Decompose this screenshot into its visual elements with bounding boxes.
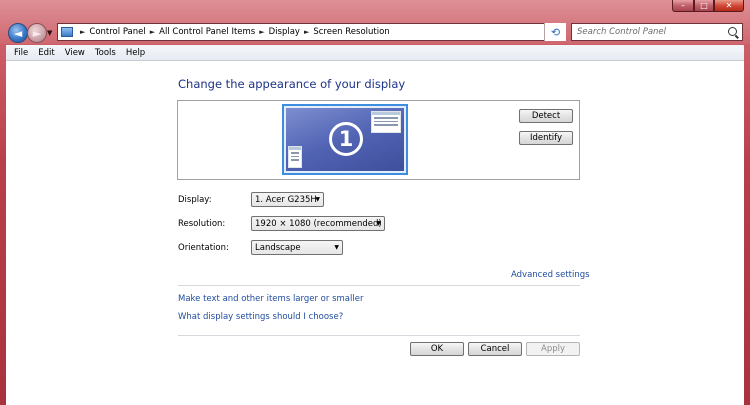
menu-bar: File Edit View Tools Help: [6, 45, 744, 61]
minimize-button[interactable]: –: [672, 0, 694, 12]
address-bar[interactable]: ► Control Panel ► All Control Panel Item…: [57, 23, 566, 41]
apply-button[interactable]: Apply: [526, 342, 580, 356]
detect-button[interactable]: Detect: [519, 109, 573, 123]
recent-pages-dropdown-icon[interactable]: ▼: [47, 29, 52, 37]
control-panel-icon: [61, 27, 73, 37]
menu-tools[interactable]: Tools: [95, 48, 116, 58]
display-value: 1. Acer G235H: [255, 194, 317, 205]
chevron-right-icon[interactable]: ►: [259, 28, 264, 36]
chevron-right-icon[interactable]: ►: [304, 28, 309, 36]
resolution-select[interactable]: 1920 × 1080 (recommended) ▼: [251, 216, 385, 231]
dropdown-arrow-icon: ▼: [376, 220, 381, 227]
page-title: Change the appearance of your display: [178, 77, 406, 91]
resolution-label: Resolution:: [178, 219, 226, 229]
monitor-screen: 1: [286, 108, 404, 171]
breadcrumb-display[interactable]: Display: [269, 27, 300, 37]
advanced-settings-link[interactable]: Advanced settings: [511, 270, 590, 280]
caption-buttons: – □ ✕: [672, 0, 744, 12]
chevron-right-icon[interactable]: ►: [80, 28, 85, 36]
display-label: Display:: [178, 195, 212, 205]
forward-button[interactable]: ►: [27, 23, 47, 43]
window-client: File Edit View Tools Help Change the app…: [6, 45, 744, 405]
orientation-label: Orientation:: [178, 243, 229, 253]
menu-view[interactable]: View: [65, 48, 85, 58]
chevron-right-icon[interactable]: ►: [150, 28, 155, 36]
mini-window-icon: [371, 111, 401, 133]
search-icon[interactable]: [728, 27, 737, 36]
orientation-value: Landscape: [255, 242, 301, 253]
close-button[interactable]: ✕: [714, 0, 744, 12]
search-box[interactable]: [571, 23, 743, 41]
breadcrumb: ► Control Panel ► All Control Panel Item…: [76, 27, 390, 37]
menu-file[interactable]: File: [14, 48, 28, 58]
display-preview: 1 Detect Identify: [177, 100, 580, 180]
identify-button[interactable]: Identify: [519, 131, 573, 145]
refresh-icon: ⟲: [550, 25, 561, 39]
divider: [178, 285, 580, 286]
monitor-number: 1: [329, 122, 363, 156]
breadcrumb-screen-resolution[interactable]: Screen Resolution: [313, 27, 389, 37]
cancel-button[interactable]: Cancel: [468, 342, 522, 356]
breadcrumb-control-panel[interactable]: Control Panel: [89, 27, 145, 37]
dropdown-arrow-icon: ▼: [315, 196, 320, 203]
search-input[interactable]: [577, 27, 725, 37]
orientation-select[interactable]: Landscape ▼: [251, 240, 343, 255]
display-help-link[interactable]: What display settings should I choose?: [178, 312, 343, 322]
menu-edit[interactable]: Edit: [38, 48, 54, 58]
maximize-button[interactable]: □: [694, 0, 714, 12]
breadcrumb-all-items[interactable]: All Control Panel Items: [159, 27, 255, 37]
text-size-link[interactable]: Make text and other items larger or smal…: [178, 294, 363, 304]
menu-help[interactable]: Help: [126, 48, 145, 58]
monitor-1[interactable]: 1: [282, 104, 408, 175]
ok-button[interactable]: OK: [410, 342, 464, 356]
dropdown-arrow-icon: ▼: [334, 244, 339, 251]
resolution-value: 1920 × 1080 (recommended): [255, 218, 382, 229]
divider: [178, 335, 580, 336]
mini-window-icon: [288, 146, 302, 168]
display-select[interactable]: 1. Acer G235H ▼: [251, 192, 324, 207]
refresh-button[interactable]: ⟲: [544, 23, 566, 41]
back-button[interactable]: ◄: [8, 23, 28, 43]
